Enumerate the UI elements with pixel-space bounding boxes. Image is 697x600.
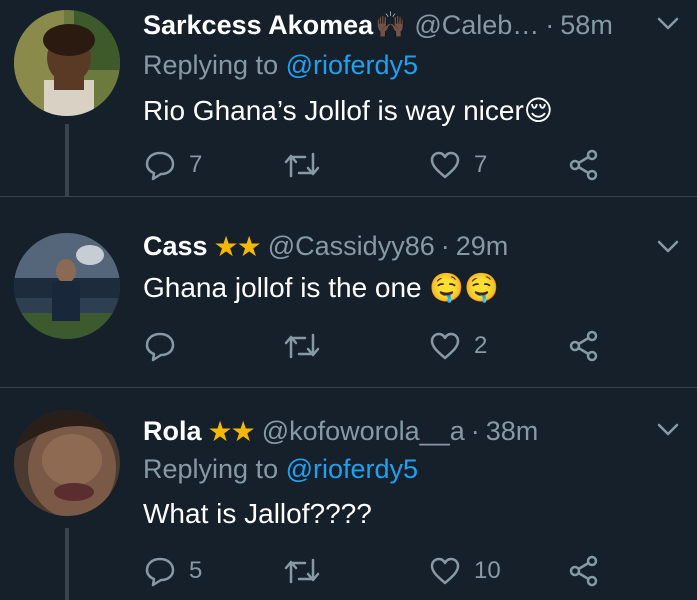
like-count: 2: [474, 332, 488, 359]
heart-icon: [430, 557, 460, 585]
reply-mention-link[interactable]: @rioferdy5: [286, 50, 418, 80]
avatar[interactable]: [14, 233, 120, 339]
tweet-actions: 7 7: [143, 148, 613, 188]
reply-count: 5: [189, 557, 203, 584]
share-button[interactable]: [567, 554, 601, 588]
tweet-2[interactable]: Cass ★★ @Cassidyy86 · 29m Ghana jollof i…: [0, 197, 697, 387]
share-button[interactable]: [567, 148, 601, 182]
retweet-button[interactable]: [283, 148, 333, 182]
heart-icon: [430, 332, 460, 360]
name-emoji: 🙌🏿: [375, 10, 407, 39]
retweet-button[interactable]: [283, 329, 333, 363]
avatar[interactable]: [14, 410, 120, 516]
retweet-icon: [284, 152, 320, 178]
replying-to-label: Replying to: [143, 50, 279, 80]
tweet-1[interactable]: Sarkcess Akomea 🙌🏿 @Caleb… · 58m Replyin…: [0, 0, 697, 196]
tweet-text: What is Jallof????: [143, 498, 372, 529]
timestamp[interactable]: 38m: [486, 416, 539, 447]
reply-mention-link[interactable]: @rioferdy5: [286, 454, 418, 484]
share-icon: [569, 149, 598, 181]
timestamp[interactable]: 29m: [456, 231, 509, 262]
replying-to: Replying to @rioferdy5: [143, 50, 418, 81]
replying-to: Replying to @rioferdy5: [143, 454, 418, 485]
user-handle[interactable]: @Cassidyy86: [268, 231, 435, 262]
separator-dot: ·: [470, 415, 480, 446]
chevron-down-icon[interactable]: [655, 416, 681, 447]
star-emojis: ★★: [207, 415, 256, 447]
reply-icon: [145, 332, 175, 362]
retweet-button[interactable]: [283, 554, 333, 588]
like-button[interactable]: 10: [428, 554, 501, 588]
heart-icon: [430, 151, 460, 179]
retweet-icon: [284, 333, 320, 359]
tweet-text: Ghana jollof is the one 🤤🤤: [143, 272, 500, 303]
share-icon: [569, 330, 598, 362]
display-name[interactable]: Sarkcess Akomea: [143, 10, 373, 41]
reply-button[interactable]: [143, 329, 189, 363]
like-count: 7: [474, 151, 488, 178]
tweet-3[interactable]: Rola ★★ @kofoworola__a · 38m Replying to…: [0, 388, 697, 600]
chevron-down-icon[interactable]: [655, 233, 681, 264]
display-name[interactable]: Rola: [143, 416, 202, 447]
reply-button[interactable]: 7: [143, 148, 202, 182]
tweet-text: Rio Ghana’s Jollof is way nicer😌: [143, 95, 553, 126]
avatar[interactable]: [14, 10, 120, 116]
share-button[interactable]: [567, 329, 601, 363]
share-icon: [569, 555, 598, 587]
thread-line: [65, 528, 69, 600]
replying-to-label: Replying to: [143, 454, 279, 484]
separator-dot: ·: [545, 9, 555, 40]
display-name[interactable]: Cass: [143, 231, 208, 262]
like-button[interactable]: 2: [428, 329, 487, 363]
reply-icon: [145, 557, 175, 587]
reply-icon: [145, 151, 175, 181]
star-emojis: ★★: [213, 230, 262, 262]
tweet-actions: 2: [143, 329, 613, 369]
retweet-icon: [284, 558, 320, 584]
reply-count: 7: [189, 151, 203, 178]
chevron-down-icon[interactable]: [655, 10, 681, 41]
separator-dot: ·: [440, 230, 450, 261]
tweet-actions: 5 10: [143, 554, 613, 594]
user-handle[interactable]: @Caleb…: [414, 10, 539, 41]
like-button[interactable]: 7: [428, 148, 487, 182]
thread-line: [65, 124, 69, 196]
timestamp[interactable]: 58m: [560, 10, 613, 41]
reply-button[interactable]: 5: [143, 554, 202, 588]
user-handle[interactable]: @kofoworola__a: [262, 416, 465, 447]
like-count: 10: [474, 557, 501, 584]
